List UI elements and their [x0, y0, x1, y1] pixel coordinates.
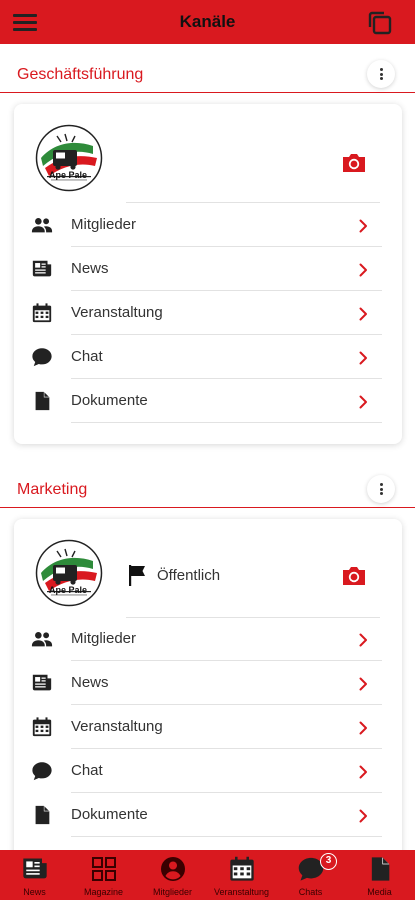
- item-label: News: [71, 260, 109, 277]
- more-options-button[interactable]: [367, 475, 395, 503]
- tab-label: News: [23, 887, 46, 897]
- channel-card: Ape Pale Öffentlich Mitglieder News Vera…: [14, 519, 402, 850]
- tab-label: Media: [367, 887, 392, 897]
- item-label: Veranstaltung: [71, 304, 163, 321]
- person-icon: [159, 855, 187, 883]
- document-icon: [366, 855, 394, 883]
- page-title: Kanäle: [179, 12, 236, 31]
- chat-icon: [30, 760, 54, 782]
- tab-members[interactable]: Mitglieder: [138, 850, 207, 900]
- chevron-right-icon: [359, 677, 368, 691]
- chevron-right-icon: [359, 219, 368, 233]
- more-options-button[interactable]: [367, 60, 395, 88]
- chevron-right-icon: [359, 721, 368, 735]
- chevron-right-icon: [359, 307, 368, 321]
- tab-media[interactable]: Media: [345, 850, 414, 900]
- channel-item-chat[interactable]: Chat: [14, 749, 402, 793]
- chevron-right-icon: [359, 809, 368, 823]
- channel-list: Geschäftsführung Ape Pale Mitglieder New…: [0, 44, 415, 850]
- newspaper-icon: [30, 258, 54, 280]
- bottom-navigation: News Magazine Mitglieder Veranstaltung 3…: [0, 850, 415, 900]
- channel-item-members[interactable]: Mitglieder: [14, 617, 402, 661]
- chevron-right-icon: [359, 395, 368, 409]
- channel-item-news[interactable]: News: [14, 661, 402, 705]
- members-icon: [30, 628, 54, 650]
- item-label: Dokumente: [71, 392, 148, 409]
- document-icon: [30, 804, 54, 826]
- copy-icon[interactable]: [367, 10, 393, 36]
- group-divider: [0, 507, 415, 508]
- calendar-icon: [228, 855, 256, 883]
- group-title: Marketing: [17, 481, 88, 498]
- item-label: Dokumente: [71, 806, 148, 823]
- camera-icon[interactable]: [341, 152, 367, 174]
- chevron-right-icon: [359, 633, 368, 647]
- tab-events[interactable]: Veranstaltung: [207, 850, 276, 900]
- chevron-right-icon: [359, 263, 368, 277]
- unread-badge: 3: [320, 853, 337, 870]
- members-icon: [30, 214, 54, 236]
- item-label: Chat: [71, 762, 103, 779]
- calendar-icon: [30, 716, 54, 738]
- visibility-label: Öffentlich: [157, 567, 221, 584]
- channel-item-news[interactable]: News: [14, 247, 402, 291]
- tab-label: Magazine: [83, 887, 124, 897]
- channel-item-events[interactable]: Veranstaltung: [14, 705, 402, 749]
- channel-logo: [35, 124, 103, 192]
- tab-label: Chats: [298, 887, 323, 897]
- channel-item-events[interactable]: Veranstaltung: [14, 291, 402, 335]
- tab-news[interactable]: News: [0, 850, 69, 900]
- channel-item-documents[interactable]: Dokumente: [14, 793, 402, 837]
- channel-item-documents[interactable]: Dokumente: [14, 379, 402, 423]
- group-divider: [0, 92, 415, 93]
- tab-label: Veranstaltung: [213, 887, 270, 897]
- camera-icon[interactable]: [341, 565, 367, 587]
- tab-magazine[interactable]: Magazine: [69, 850, 138, 900]
- item-label: Chat: [71, 348, 103, 365]
- channel-item-chat[interactable]: Chat: [14, 335, 402, 379]
- calendar-icon: [30, 302, 54, 324]
- grid-icon: [90, 855, 118, 883]
- item-label: Mitglieder: [71, 216, 137, 233]
- item-label: Mitglieder: [71, 630, 137, 647]
- app-header: Kanäle: [0, 0, 415, 44]
- flag-icon: [127, 564, 149, 586]
- chevron-right-icon: [359, 351, 368, 365]
- divider: [71, 836, 382, 837]
- logo-text: Ape Pale: [49, 585, 88, 595]
- channel-logo: [35, 539, 103, 607]
- channel-card: Ape Pale Mitglieder News Veranstaltung C…: [14, 104, 402, 444]
- group-header-geschaeftsfuehrung: Geschäftsführung: [0, 44, 415, 94]
- tab-chats[interactable]: 3 Chats: [276, 850, 345, 900]
- group-title: Geschäftsführung: [17, 66, 144, 83]
- logo-text: Ape Pale: [49, 170, 88, 180]
- item-label: Veranstaltung: [71, 718, 163, 735]
- divider: [71, 422, 382, 423]
- item-label: News: [71, 674, 109, 691]
- document-icon: [30, 390, 54, 412]
- group-header-marketing: Marketing: [0, 459, 415, 509]
- chat-icon: [30, 346, 54, 368]
- channel-item-members[interactable]: Mitglieder: [14, 203, 402, 247]
- chevron-right-icon: [359, 765, 368, 779]
- tab-label: Mitglieder: [152, 887, 192, 897]
- newspaper-icon: [21, 855, 49, 883]
- newspaper-icon: [30, 672, 54, 694]
